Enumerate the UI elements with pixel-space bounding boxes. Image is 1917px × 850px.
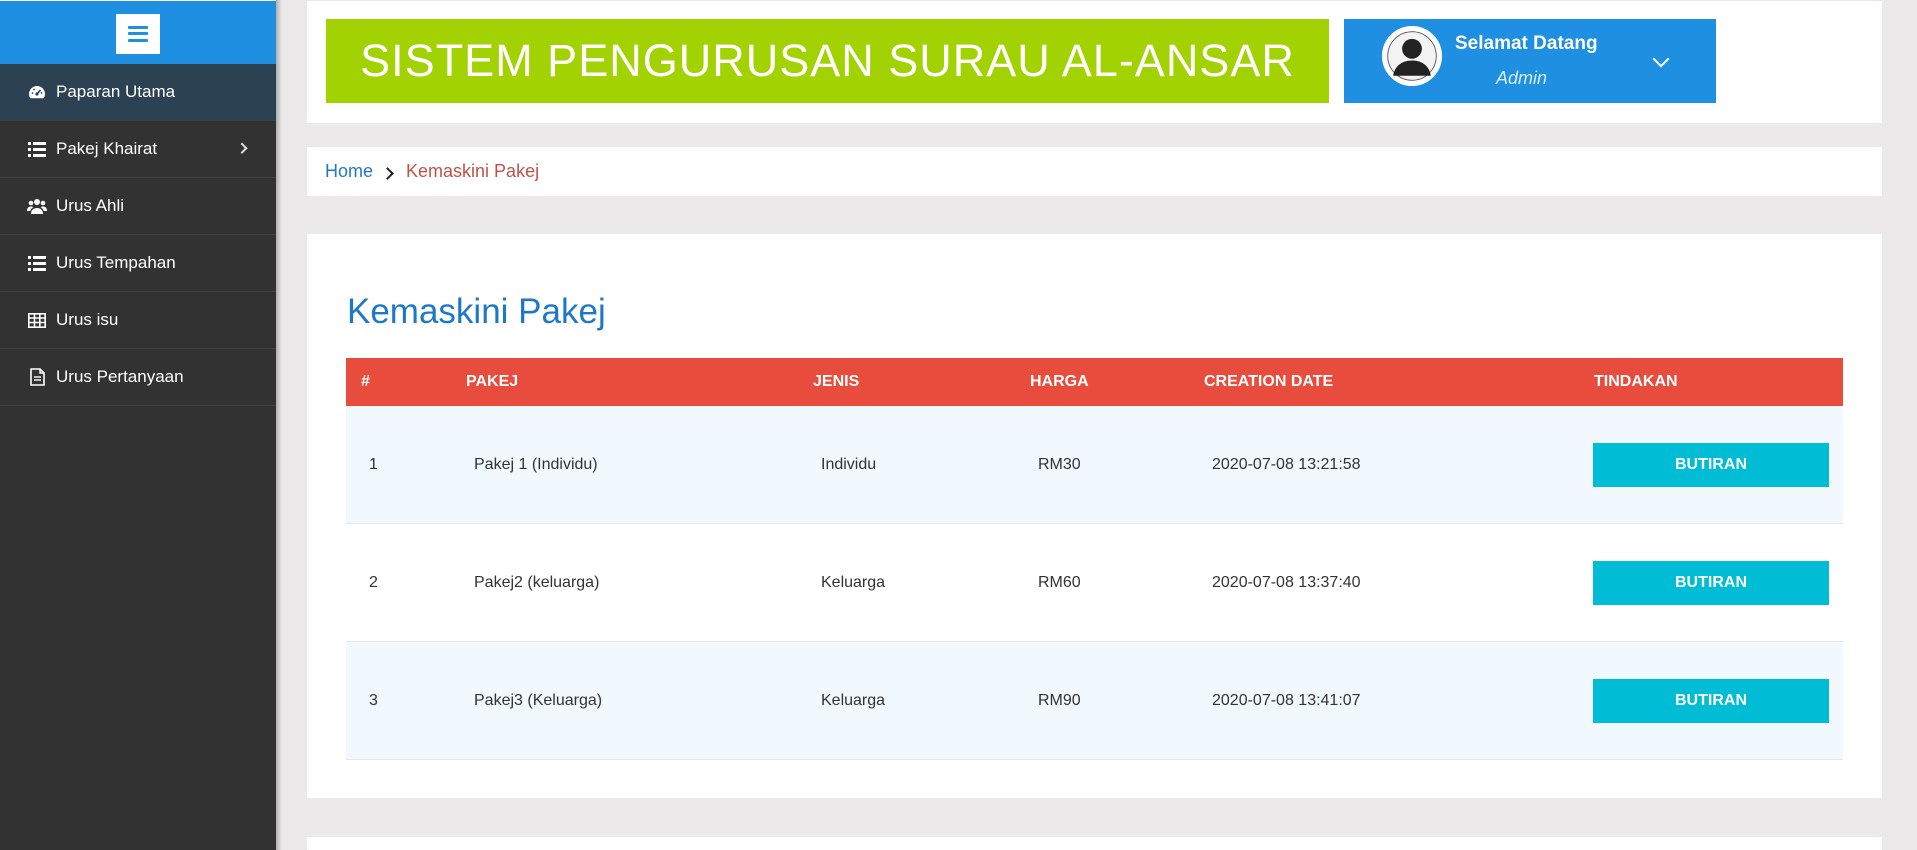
users-icon	[27, 197, 47, 215]
cell-harga: RM90	[1038, 692, 1081, 709]
sidebar-item-pakej-khairat[interactable]: Pakej Khairat	[0, 121, 276, 178]
breadcrumb: Home Kemaskini Pakej	[307, 147, 1882, 196]
cell-creation-date: 2020-07-08 13:37:40	[1212, 574, 1361, 591]
list-icon	[27, 254, 47, 272]
column-header-creation-date: CREATION DATE	[1204, 373, 1334, 390]
breadcrumb-current: Kemaskini Pakej	[406, 161, 540, 181]
breadcrumb-home-link[interactable]: Home	[325, 161, 373, 182]
butiran-button[interactable]: BUTIRAN	[1593, 679, 1829, 723]
user-menu[interactable]: Selamat Datang Admin	[1344, 19, 1716, 103]
cell-jenis: Individu	[821, 456, 877, 473]
cell-creation-date: 2020-07-08 13:21:58	[1212, 456, 1361, 473]
page-title: Kemaskini Pakej	[347, 292, 606, 331]
cell-harga: RM60	[1038, 574, 1081, 591]
bottom-card	[307, 837, 1882, 850]
cell-creation-date: 2020-07-08 13:41:07	[1212, 692, 1361, 709]
username-text: Admin	[1496, 68, 1548, 88]
sidebar-item-label: Urus isu	[56, 310, 119, 329]
table-row: 2 Pakej2 (keluarga) Keluarga RM60 2020-0…	[346, 524, 1843, 642]
sidebar-item-label: Paparan Utama	[56, 82, 176, 101]
cell-number: 1	[369, 456, 378, 473]
column-header-pakej: PAKEJ	[466, 373, 519, 390]
sidebar-item-urus-tempahan[interactable]: Urus Tempahan	[0, 235, 276, 292]
table-header: # PAKEJ JENIS HARGA CREATION DATE TINDAK…	[346, 358, 1843, 406]
sidebar-item-label: Urus Ahli	[56, 196, 125, 215]
column-header-tindakan: TINDAKAN	[1594, 373, 1678, 390]
table-icon	[27, 311, 47, 329]
column-header-number: #	[361, 373, 370, 390]
cell-pakej: Pakej3 (Keluarga)	[474, 692, 603, 709]
menu-toggle-button[interactable]	[116, 13, 160, 54]
table-row: 3 Pakej3 (Keluarga) Keluarga RM90 2020-0…	[346, 642, 1843, 760]
welcome-text: Selamat Datang	[1455, 33, 1598, 54]
cell-jenis: Keluarga	[821, 692, 886, 709]
sidebar-shadow	[276, 0, 282, 850]
sidebar-item-label: Urus Tempahan	[56, 253, 176, 272]
sidebar-header	[0, 0, 276, 64]
sidebar-item-paparan-utama[interactable]: Paparan Utama	[0, 64, 276, 121]
list-icon	[27, 140, 47, 158]
cell-jenis: Keluarga	[821, 574, 886, 591]
sidebar-item-label: Pakej Khairat	[56, 139, 158, 158]
cell-pakej: Pakej 1 (Individu)	[474, 456, 598, 473]
butiran-button[interactable]: BUTIRAN	[1593, 561, 1829, 605]
cell-number: 3	[369, 692, 378, 709]
chevron-right-icon	[381, 167, 394, 180]
pakej-table: # PAKEJ JENIS HARGA CREATION DATE TINDAK…	[346, 358, 1843, 760]
avatar	[1382, 26, 1442, 86]
sidebar-item-urus-pertanyaan[interactable]: Urus Pertanyaan	[0, 349, 276, 406]
cell-harga: RM30	[1038, 456, 1081, 473]
butiran-button[interactable]: BUTIRAN	[1593, 443, 1829, 487]
chevron-down-icon[interactable]	[1652, 50, 1670, 68]
hamburger-icon	[128, 25, 148, 42]
sidebar: Paparan Utama Pakej Khairat Urus Ahli Ur…	[0, 0, 276, 850]
chevron-right-icon	[236, 142, 248, 154]
sidebar-item-label: Urus Pertanyaan	[56, 367, 184, 386]
system-title-banner: SISTEM PENGURUSAN SURAU AL-ANSAR	[326, 19, 1329, 103]
column-header-jenis: JENIS	[813, 373, 860, 390]
cell-pakej: Pakej2 (keluarga)	[474, 574, 600, 591]
table-row: 1 Pakej 1 (Individu) Individu RM30 2020-…	[346, 406, 1843, 524]
cell-number: 2	[369, 574, 378, 591]
column-header-harga: HARGA	[1030, 373, 1089, 390]
document-icon	[27, 368, 47, 386]
sidebar-item-urus-ahli[interactable]: Urus Ahli	[0, 178, 276, 235]
sidebar-item-urus-isu[interactable]: Urus isu	[0, 292, 276, 349]
dashboard-icon	[27, 83, 47, 101]
